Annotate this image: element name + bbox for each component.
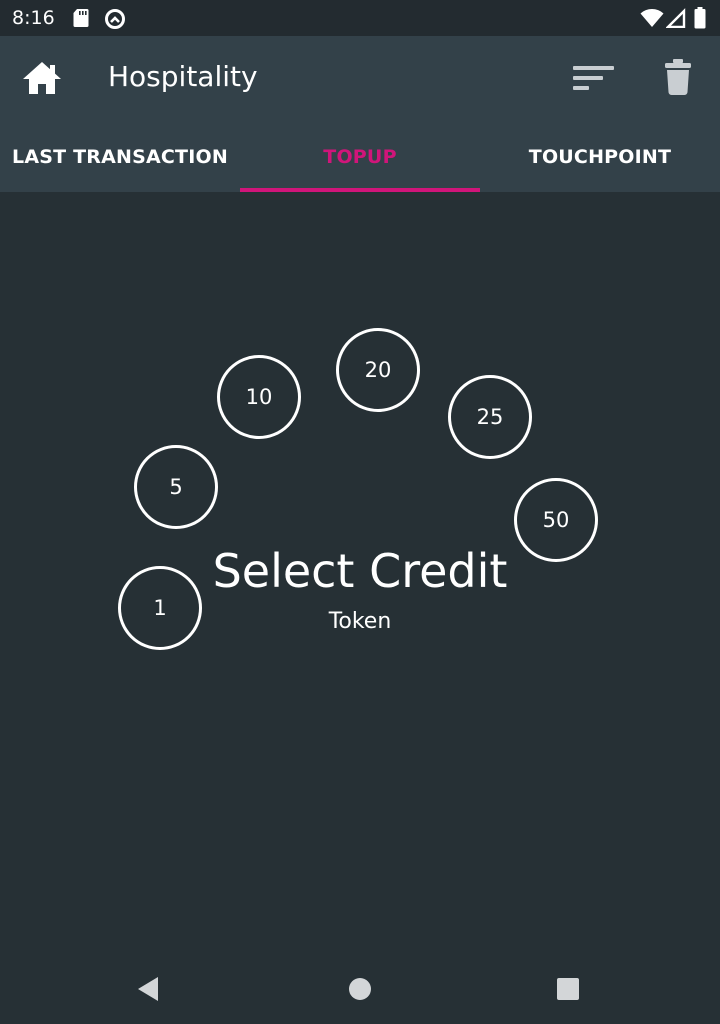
- app-bar: Hospitality: [0, 36, 720, 122]
- signal-icon: [665, 8, 686, 32]
- trash-icon[interactable]: [664, 58, 692, 100]
- nav-bar: [0, 950, 720, 1024]
- tab-topup[interactable]: TOPUP: [240, 122, 480, 192]
- recents-icon[interactable]: [556, 977, 580, 1005]
- tab-indicator: [240, 188, 480, 192]
- battery-icon: [694, 7, 706, 33]
- sd-card-icon: [72, 8, 90, 32]
- back-icon[interactable]: [136, 976, 160, 1006]
- tab-bar: LAST TRANSACTION TOPUP TOUCHPOINT: [0, 122, 720, 192]
- token-subtitle: Token: [328, 609, 392, 634]
- wifi-icon: [640, 8, 664, 32]
- select-credit-title: Select Credit: [212, 544, 508, 598]
- credit-button-10[interactable]: 10: [217, 355, 301, 439]
- home-circle-icon[interactable]: [348, 977, 372, 1005]
- credit-button-20[interactable]: 20: [336, 328, 420, 412]
- sort-icon[interactable]: [572, 62, 616, 98]
- tab-touchpoint[interactable]: TOUCHPOINT: [480, 122, 720, 192]
- tab-last-transaction[interactable]: LAST TRANSACTION: [0, 122, 240, 192]
- data-saver-icon: [104, 8, 126, 34]
- app-title: Hospitality: [108, 60, 258, 93]
- status-bar: 8:16: [0, 0, 720, 36]
- credit-button-5[interactable]: 5: [134, 445, 218, 529]
- credit-button-25[interactable]: 25: [448, 375, 532, 459]
- status-time: 8:16: [12, 7, 55, 29]
- home-icon[interactable]: [22, 60, 62, 100]
